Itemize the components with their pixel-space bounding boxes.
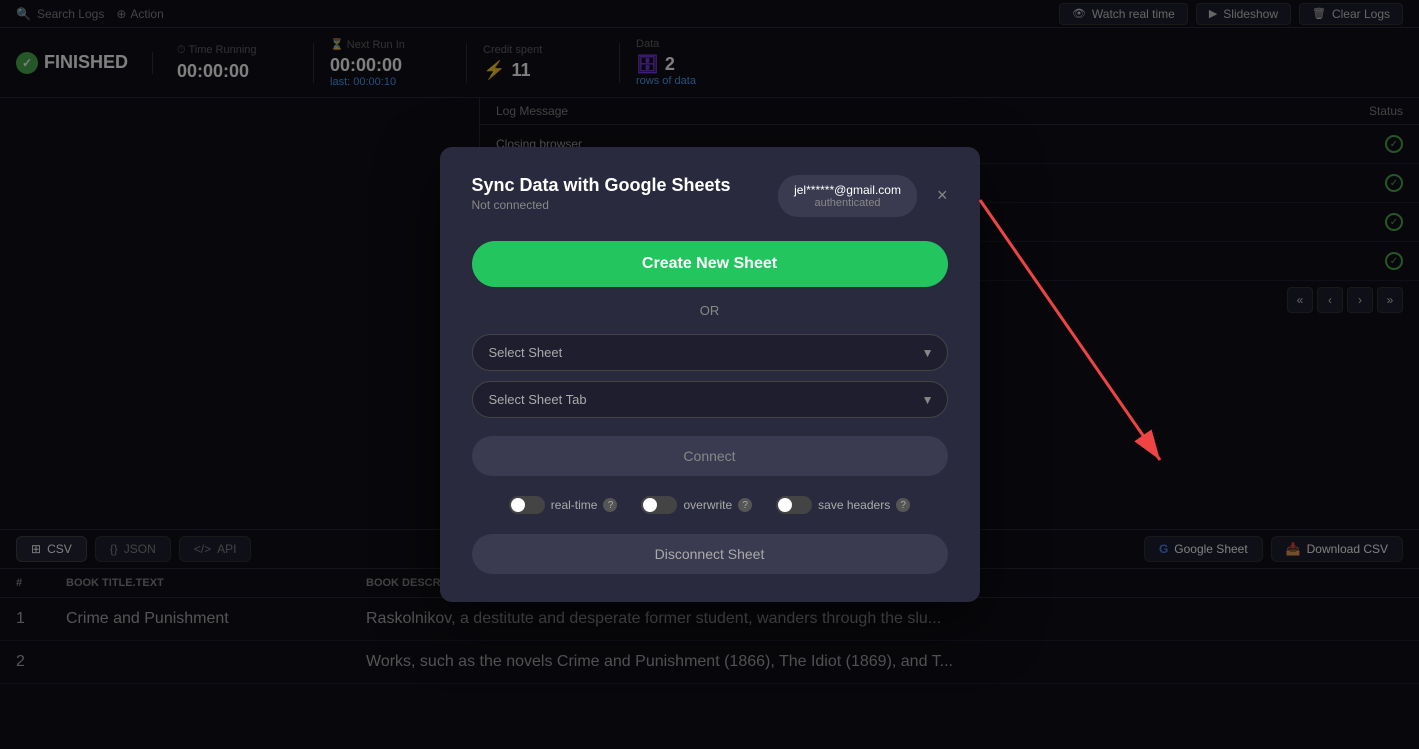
auth-badge: jel******@gmail.com authenticated [778,175,917,217]
save-headers-toggle[interactable] [776,496,812,514]
save-headers-toggle-item: save headers ? [776,496,910,514]
overwrite-toggle-item: overwrite ? [641,496,752,514]
toggles-row: real-time ? overwrite ? save headers ? [472,496,948,514]
modal-title-block: Sync Data with Google Sheets Not connect… [472,175,731,212]
disconnect-sheet-button[interactable]: Disconnect Sheet [472,534,948,574]
save-headers-label: save headers [818,498,890,512]
select-sheet-tab-dropdown[interactable]: Select Sheet Tab [472,381,948,418]
save-headers-help-icon[interactable]: ? [896,498,910,512]
overwrite-toggle-knob [643,498,657,512]
save-headers-toggle-knob [778,498,792,512]
sync-modal: Sync Data with Google Sheets Not connect… [440,147,980,602]
or-divider: OR [472,303,948,318]
realtime-help-icon[interactable]: ? [603,498,617,512]
modal-header: Sync Data with Google Sheets Not connect… [472,175,948,217]
select-sheet-wrapper: Select Sheet ▼ [472,334,948,371]
modal-overlay: Sync Data with Google Sheets Not connect… [0,0,1419,749]
connect-button[interactable]: Connect [472,436,948,476]
realtime-toggle-item: real-time ? [509,496,618,514]
overwrite-label: overwrite [683,498,732,512]
modal-subtitle: Not connected [472,198,731,212]
auth-status: authenticated [794,197,901,209]
select-sheet-dropdown[interactable]: Select Sheet [472,334,948,371]
modal-title: Sync Data with Google Sheets [472,175,731,196]
modal-close-button[interactable]: × [937,185,948,206]
realtime-toggle-knob [511,498,525,512]
realtime-label: real-time [551,498,598,512]
realtime-toggle[interactable] [509,496,545,514]
create-new-sheet-button[interactable]: Create New Sheet [472,241,948,287]
overwrite-help-icon[interactable]: ? [738,498,752,512]
overwrite-toggle[interactable] [641,496,677,514]
select-tab-wrapper: Select Sheet Tab ▼ [472,381,948,418]
auth-email: jel******@gmail.com [794,183,901,197]
